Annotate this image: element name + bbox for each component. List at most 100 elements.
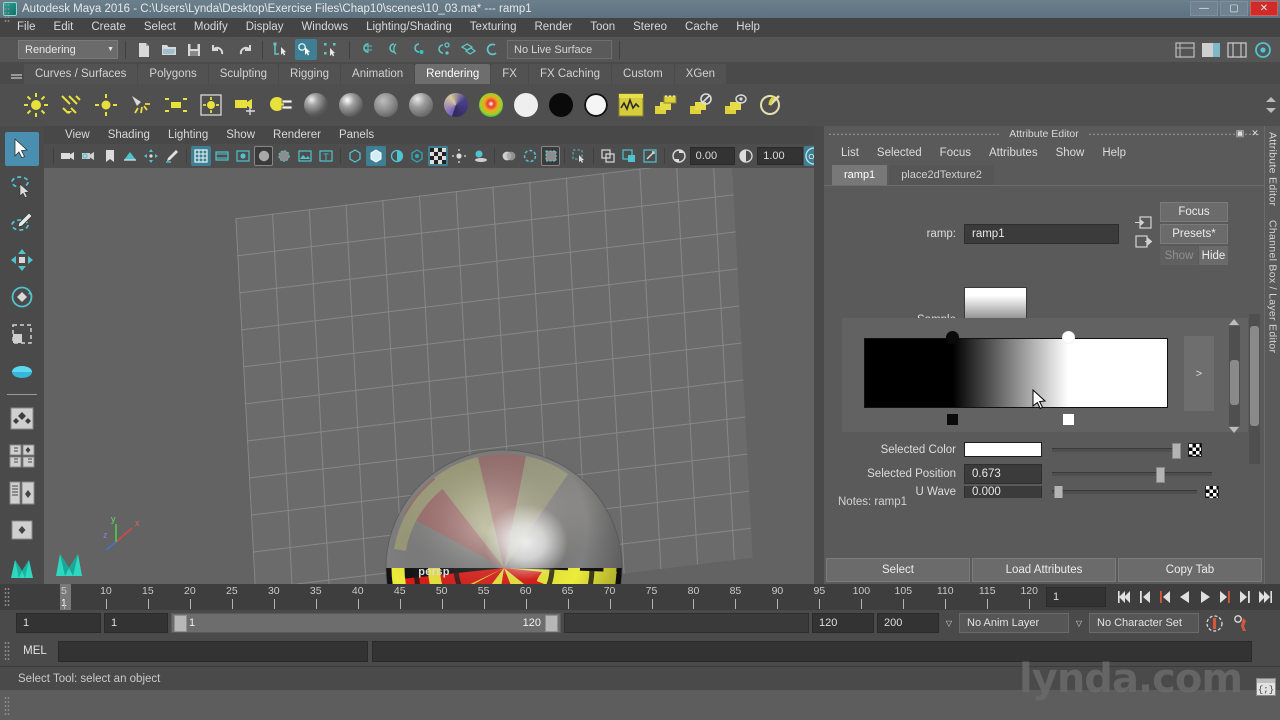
open-scene-icon[interactable] [158, 39, 180, 60]
select-camera-icon[interactable] [58, 146, 78, 166]
dock-tab-attribute-editor[interactable]: Attribute Editor [1267, 132, 1279, 206]
select-tool-button[interactable] [5, 132, 39, 166]
show-hide-modeling-toolkit-icon[interactable] [1174, 39, 1196, 60]
viewport-3d-canvas[interactable]: persp x y z [44, 168, 824, 584]
selected-position-field[interactable]: 0.673 [964, 464, 1042, 484]
viewport-menu-lighting[interactable]: Lighting [159, 126, 217, 144]
dock-tab-channel-box[interactable]: Channel Box / Layer Editor [1267, 220, 1279, 353]
command-results-field[interactable] [372, 640, 1252, 662]
range-slider-left-handle[interactable] [174, 614, 187, 632]
ae-tab-ramp1[interactable]: ramp1 [832, 164, 888, 185]
shelf-tab-rigging[interactable]: Rigging [279, 64, 341, 84]
phong-material-icon[interactable] [336, 90, 366, 120]
attribute-editor-scrollbar-thumb[interactable] [1250, 326, 1259, 426]
script-editor-icon[interactable]: {;} [1256, 678, 1276, 696]
ramp-marker-handle-1[interactable] [945, 331, 959, 344]
smooth-shade-selected-icon[interactable] [233, 146, 253, 166]
animation-end-field[interactable]: 200 [877, 613, 939, 633]
attribute-editor-scrollbar[interactable] [1249, 314, 1260, 464]
ae-menu-help[interactable]: Help [1093, 142, 1135, 164]
menu-windows[interactable]: Windows [292, 18, 357, 37]
live-surface-field[interactable]: No Live Surface [507, 40, 612, 59]
menu-render[interactable]: Render [525, 18, 581, 37]
shelf-tab-sculpting[interactable]: Sculpting [208, 64, 279, 84]
single-perspective-layout-button[interactable] [5, 402, 39, 436]
undo-icon[interactable] [208, 39, 230, 60]
animation-start-field[interactable]: 1 [16, 613, 101, 633]
ramp-marker-handle-2[interactable] [1062, 331, 1076, 344]
grab-region-icon[interactable] [640, 146, 660, 166]
menu-help[interactable]: Help [727, 18, 769, 37]
make-live-icon[interactable] [482, 39, 504, 60]
ramp-shader-icon[interactable] [476, 90, 506, 120]
outliner-persp-layout-button[interactable] [5, 476, 39, 510]
anisotropic-material-icon[interactable] [406, 90, 436, 120]
use-default-material-icon[interactable]: T [316, 146, 336, 166]
point-light-icon[interactable] [21, 90, 51, 120]
wireframe-shading-icon[interactable] [191, 146, 211, 166]
ramp-expand-button[interactable]: > [1184, 336, 1214, 411]
shelf-tab-curves-surfaces[interactable]: Curves / Surfaces [24, 64, 138, 84]
u-wave-map-button[interactable] [1205, 486, 1219, 498]
menu-toon[interactable]: Toon [581, 18, 624, 37]
anti-alias-icon[interactable] [520, 146, 540, 166]
animation-preferences-icon[interactable] [1229, 614, 1253, 633]
render-settings-icon[interactable] [266, 90, 296, 120]
directional-light-icon[interactable] [56, 90, 86, 120]
undock-panel-icon[interactable]: ▣ [1234, 127, 1246, 139]
u-wave-slider[interactable] [1052, 486, 1197, 498]
grease-pencil-icon[interactable] [162, 146, 182, 166]
toggle-lights-icon[interactable] [408, 146, 428, 166]
output-connection-icon[interactable] [1135, 235, 1153, 251]
selected-position-slider[interactable] [1052, 467, 1212, 483]
ae-menu-show[interactable]: Show [1047, 142, 1094, 164]
range-start-field[interactable]: 1 [104, 613, 168, 633]
menu-file[interactable]: File [8, 18, 45, 37]
play-backwards-icon[interactable] [1176, 587, 1194, 607]
focus-button[interactable]: Focus [1160, 202, 1228, 222]
rotate-tool-button[interactable] [5, 280, 39, 314]
go-to-start-icon[interactable] [1116, 587, 1134, 607]
move-tool-button[interactable] [5, 243, 39, 277]
shelf-tab-custom[interactable]: Custom [612, 64, 674, 84]
ramp-scrollbar-thumb[interactable] [1230, 360, 1239, 405]
shelf-tab-polygons[interactable]: Polygons [138, 64, 208, 84]
render-current-frame-icon[interactable] [721, 90, 751, 120]
menu-create[interactable]: Create [82, 18, 135, 37]
minimize-button[interactable]: — [1190, 1, 1218, 16]
snap-to-grid-icon[interactable] [357, 39, 379, 60]
range-slider-right-handle[interactable] [545, 614, 558, 632]
menu-cache[interactable]: Cache [676, 18, 727, 37]
snap-to-projected-center-icon[interactable] [432, 39, 454, 60]
maximize-button[interactable]: ▢ [1220, 1, 1248, 16]
xray-joints-icon[interactable] [365, 146, 386, 166]
menu-texturing[interactable]: Texturing [461, 18, 526, 37]
batch-render-icon[interactable] [651, 90, 681, 120]
close-button[interactable]: ✕ [1250, 1, 1278, 16]
menu-stereo[interactable]: Stereo [624, 18, 676, 37]
shelf-scroll-controls[interactable] [1264, 84, 1278, 126]
range-slider-bar[interactable]: 1 120 [171, 613, 561, 633]
four-view-layout-button[interactable] [5, 439, 39, 473]
shaded-mode-icon[interactable] [253, 146, 274, 166]
paint-select-tool-button[interactable] [5, 206, 39, 240]
ambient-occlusion-icon[interactable] [499, 146, 519, 166]
ae-tab-place2dtexture2[interactable]: place2dTexture2 [889, 164, 994, 185]
ae-menu-selected[interactable]: Selected [868, 142, 931, 164]
close-panel-icon[interactable]: ✕ [1249, 127, 1261, 139]
show-hide-attribute-editor-icon[interactable] [1200, 39, 1222, 60]
u-wave-field[interactable]: 0.000 [964, 486, 1042, 498]
wireframe-on-shaded-icon[interactable] [274, 146, 294, 166]
status-bar-grip[interactable] [4, 696, 10, 716]
command-language-label[interactable]: MEL [16, 645, 54, 657]
time-slider-track[interactable]: 1 51015202530354045505560657075808590951… [16, 584, 1040, 610]
menu-set-selector[interactable]: Rendering ▼ [18, 40, 118, 59]
scale-tool-button[interactable] [5, 317, 39, 351]
range-grip[interactable] [4, 3, 10, 23]
shelf-grip-icon[interactable] [8, 66, 24, 84]
show-hide-tool-settings-icon[interactable] [1226, 39, 1248, 60]
snap-to-view-planes-icon[interactable] [457, 39, 479, 60]
two-d-pan-zoom-icon[interactable] [141, 146, 161, 166]
render-region-icon[interactable] [756, 90, 786, 120]
command-line-grip[interactable] [4, 641, 10, 661]
